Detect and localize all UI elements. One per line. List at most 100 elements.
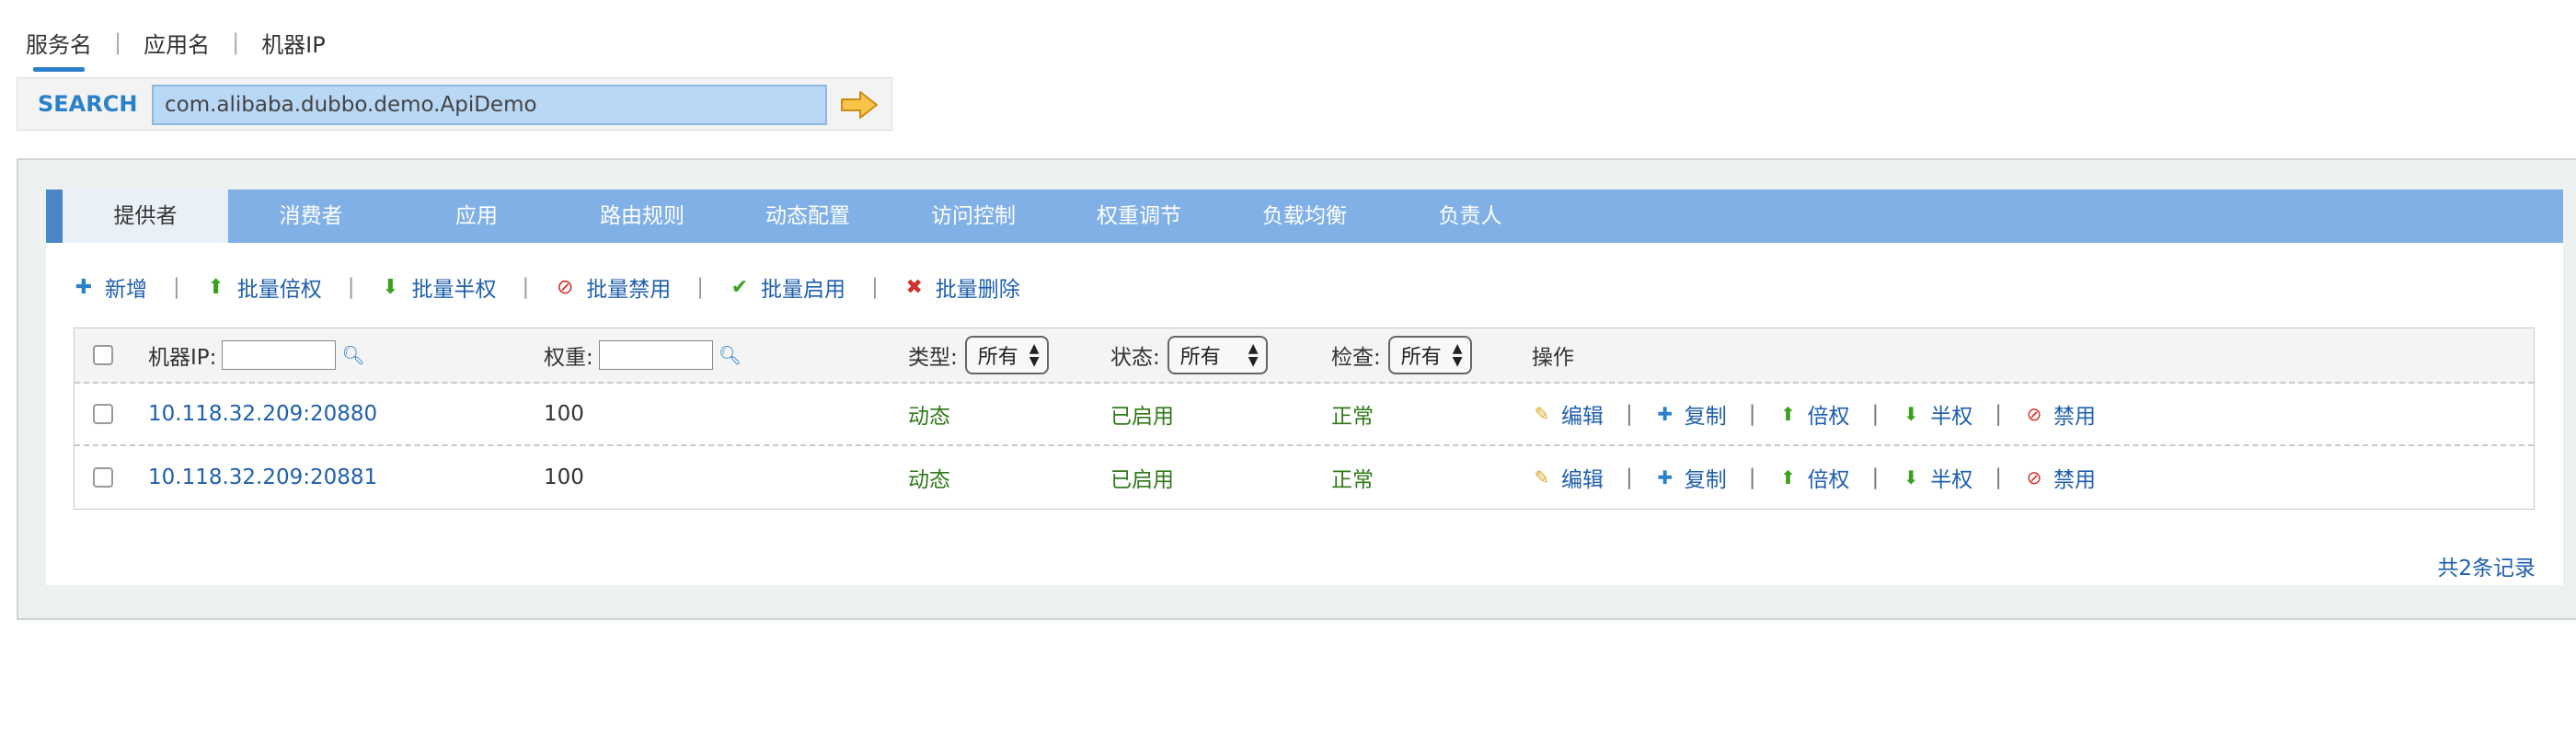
actions-header: 操作 (1532, 346, 1574, 370)
batch-enable-button[interactable]: ✔ 批量启用 (730, 271, 845, 303)
tab-consumers[interactable]: 消费者 (228, 190, 394, 243)
double-weight-button[interactable]: ⬆ 倍权 (1778, 462, 1850, 493)
type-value: 动态 (908, 468, 950, 492)
ip-header-label: 机器IP: (148, 346, 217, 370)
double-weight-label: 倍权 (1807, 405, 1850, 429)
tab-load-balance[interactable]: 负载均衡 (1222, 190, 1387, 243)
arrow-up-icon: ⬆ (1780, 403, 1796, 425)
weight-header: 权重: 🔍︎ (544, 328, 742, 382)
status-header: 状态: 所有 ▲ ▼ (1110, 328, 1268, 382)
toolbar-separator: | (522, 275, 530, 299)
provider-address-link[interactable]: 10.118.32.209:20880 (148, 384, 377, 444)
batch-disable-label: 批量禁用 (586, 278, 672, 302)
action-separator: | (1995, 402, 2002, 426)
add-button[interactable]: ✚ 新增 (74, 271, 147, 303)
search-input[interactable] (152, 85, 827, 125)
ban-icon: ⊘ (2026, 466, 2042, 488)
copy-label: 复制 (1684, 468, 1727, 492)
top-tab-machine-ip[interactable]: 机器IP (261, 27, 326, 59)
ip-filter-input[interactable] (222, 340, 337, 370)
main-panel: 提供者 消费者 应用 路由规则 动态配置 访问控制 权重调节 负载均衡 负责人 … (17, 158, 2576, 620)
status-value: 已启用 (1110, 468, 1174, 492)
provider-address-link[interactable]: 10.118.32.209:20881 (148, 446, 377, 509)
half-weight-button[interactable]: ⬇ 半权 (1901, 462, 1972, 493)
double-weight-button[interactable]: ⬆ 倍权 (1778, 398, 1850, 430)
arrow-down-icon: ⬇ (382, 275, 399, 299)
toolbar-separator: | (173, 275, 180, 299)
main-tab-bar: 提供者 消费者 应用 路由规则 动态配置 访问控制 权重调节 负载均衡 负责人 (46, 190, 2563, 243)
batch-half-weight-label: 批量半权 (411, 278, 497, 302)
top-tab-service-name[interactable]: 服务名 (26, 27, 92, 72)
type-header-label: 类型: (908, 346, 958, 370)
arrow-right-icon[interactable] (840, 89, 879, 121)
edit-button[interactable]: ✎ 编辑 (1532, 462, 1604, 493)
edit-label: 编辑 (1561, 405, 1604, 429)
plus-icon: ✚ (75, 275, 93, 299)
row-checkbox[interactable] (93, 467, 113, 488)
select-all-checkbox[interactable] (93, 345, 113, 365)
toolbar-separator: | (696, 275, 704, 299)
top-tab-app-name[interactable]: 应用名 (144, 27, 210, 59)
action-separator: | (1871, 465, 1880, 489)
arrow-up-icon: ⬆ (207, 275, 224, 299)
status-filter-select[interactable]: 所有 ▲ ▼ (1167, 336, 1268, 374)
record-count: 共2条记录 (2437, 557, 2536, 580)
disable-button[interactable]: ⊘ 禁用 (2024, 462, 2096, 493)
copy-button[interactable]: ✚ 复制 (1655, 398, 1726, 430)
search-bar: SEARCH (17, 77, 892, 131)
type-header: 类型: 所有 ▲ ▼ (908, 328, 1049, 382)
type-value: 动态 (908, 405, 950, 429)
check-filter-select[interactable]: 所有 ▲ ▼ (1387, 336, 1472, 374)
tab-access-control[interactable]: 访问控制 (891, 190, 1056, 243)
disable-button[interactable]: ⊘ 禁用 (2024, 398, 2096, 430)
edit-button[interactable]: ✎ 编辑 (1532, 398, 1604, 430)
check-header: 检查: 所有 ▲ ▼ (1331, 328, 1472, 382)
double-weight-label: 倍权 (1807, 468, 1850, 492)
select-all-cell (93, 328, 113, 382)
tab-applications[interactable]: 应用 (394, 190, 559, 243)
check-value: 正常 (1331, 405, 1374, 429)
action-separator: | (1748, 402, 1756, 426)
row-checkbox[interactable] (93, 404, 113, 424)
tab-providers[interactable]: 提供者 (63, 190, 228, 243)
type-filter-value: 所有 (977, 346, 1018, 369)
tab-owners[interactable]: 负责人 (1387, 190, 1553, 243)
search-type-tabs: 服务名 | 应用名 | 机器IP (26, 24, 326, 72)
search-icon[interactable]: 🔍︎ (719, 344, 742, 366)
row-actions: ✎ 编辑 | ✚ 复制 | ⬆ 倍权 | ⬇ 半权 | ⊘ 禁用 (1532, 384, 2096, 444)
half-weight-label: 半权 (1930, 468, 1973, 492)
copy-button[interactable]: ✚ 复制 (1655, 462, 1727, 493)
action-separator: | (1748, 465, 1756, 489)
action-separator: | (1626, 465, 1633, 489)
disable-label: 禁用 (2053, 405, 2096, 429)
content-area: 提供者 消费者 应用 路由规则 动态配置 访问控制 权重调节 负载均衡 负责人 … (46, 190, 2563, 585)
batch-delete-button[interactable]: ✖ 批量删除 (904, 271, 1020, 303)
batch-disable-button[interactable]: ⊘ 批量禁用 (555, 271, 671, 303)
batch-toolbar: ✚ 新增 | ⬆ 批量倍权 | ⬇ 批量半权 | ⊘ 批量禁用 | ✔ 批量启用 (74, 269, 1020, 305)
action-separator: | (1871, 402, 1880, 426)
table-row: 10.118.32.209:20880 100 动态 已启用 正常 ✎ 编辑 | … (75, 384, 2534, 446)
batch-double-weight-button[interactable]: ⬆ 批量倍权 (206, 271, 322, 303)
check-filter-value: 所有 (1400, 346, 1442, 369)
batch-delete-label: 批量删除 (935, 278, 1020, 302)
row-checkbox-cell (93, 384, 113, 444)
type-filter-select[interactable]: 所有 ▲ ▼ (964, 336, 1049, 374)
arrow-up-icon: ⬆ (1780, 466, 1796, 488)
half-weight-button[interactable]: ⬇ 半权 (1901, 398, 1972, 430)
plus-icon: ✚ (1657, 403, 1673, 425)
disable-label: 禁用 (2053, 468, 2096, 492)
weight-filter-input[interactable] (598, 340, 713, 370)
row-checkbox-cell (93, 446, 113, 509)
status-filter-value: 所有 (1179, 346, 1221, 369)
tab-weights[interactable]: 权重调节 (1056, 190, 1222, 243)
ip-header: 机器IP: 🔍︎ (148, 328, 365, 382)
weight-value: 100 (544, 465, 584, 489)
select-arrows-icon: ▲ ▼ (1029, 341, 1040, 369)
arrow-down-icon: ⬇ (1903, 403, 1919, 425)
tab-dynamic-config[interactable]: 动态配置 (725, 190, 891, 243)
search-icon[interactable]: 🔍︎ (341, 344, 364, 366)
check-value: 正常 (1331, 468, 1374, 492)
tab-routes[interactable]: 路由规则 (559, 190, 725, 243)
batch-half-weight-button[interactable]: ⬇ 批量半权 (381, 271, 497, 303)
tab-separator: | (114, 29, 122, 55)
